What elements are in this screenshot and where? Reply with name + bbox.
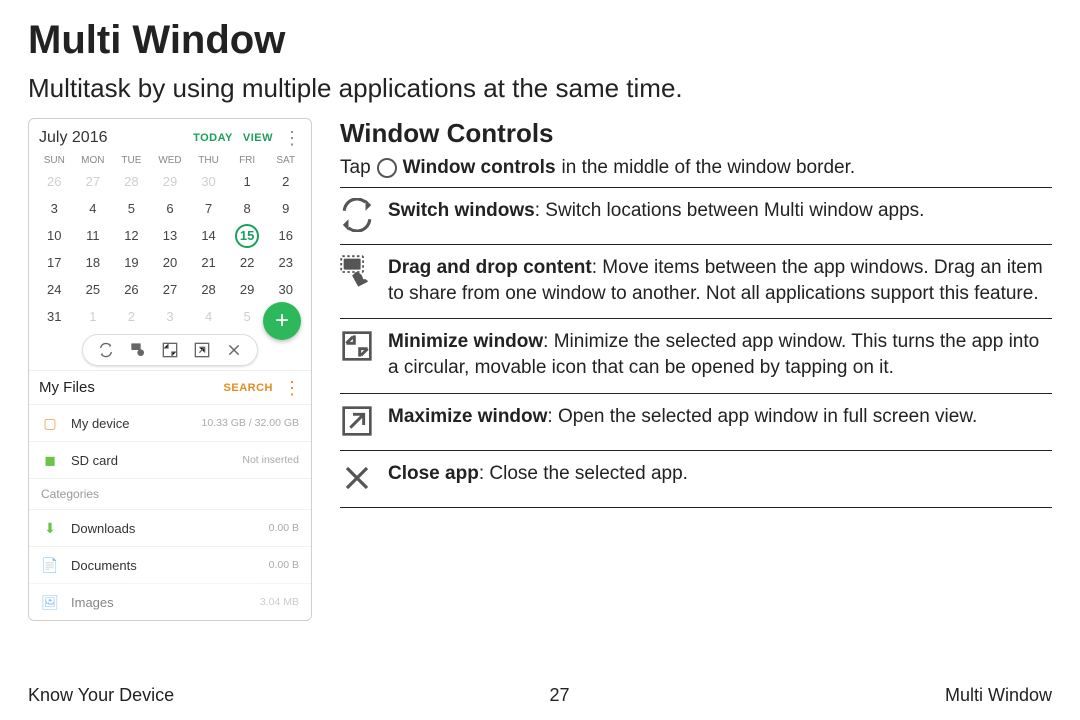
control-switch: Switch windows: Switch locations between…: [340, 187, 1052, 245]
footer-page: 27: [550, 685, 570, 706]
page-subtitle: Multitask by using multiple applications…: [28, 73, 1052, 104]
row-sd-card[interactable]: ◼ SD card Not inserted: [29, 441, 311, 478]
row-images[interactable]: 🖼 Images 3.04 MB: [29, 583, 311, 620]
content: Window Controls Tap Window controls in t…: [340, 118, 1052, 621]
phone-illustration: July 2016 TODAY VIEW ⋮ SUNMONTUEWEDTHUFR…: [28, 118, 312, 621]
files-title: My Files: [39, 379, 214, 396]
maximize-icon[interactable]: [193, 341, 211, 359]
calendar-month: July 2016: [39, 129, 183, 147]
drag-drop-icon[interactable]: [129, 341, 147, 359]
calendar-dow: SUNMONTUEWEDTHUFRISAT: [29, 155, 311, 168]
page-title: Multi Window: [28, 18, 1052, 63]
today-link[interactable]: TODAY: [193, 132, 233, 144]
selected-day[interactable]: 15: [235, 224, 259, 248]
footer-left: Know Your Device: [28, 685, 174, 706]
switch-windows-icon[interactable]: [97, 341, 115, 359]
switch-windows-icon: [340, 198, 374, 232]
download-icon: ⬇: [41, 519, 59, 537]
control-maximize: Maximize window: Open the selected app w…: [340, 394, 1052, 451]
control-drag: Drag and drop content: Move items betwee…: [340, 245, 1052, 319]
maximize-icon: [340, 404, 374, 438]
device-icon: ▢: [41, 414, 59, 432]
documents-icon: 📄: [41, 556, 59, 574]
footer-right: Multi Window: [945, 685, 1052, 706]
row-documents[interactable]: 📄 Documents 0.00 B: [29, 546, 311, 583]
intro-line: Tap Window controls in the middle of the…: [340, 157, 1052, 179]
close-icon: [340, 461, 374, 495]
section-heading: Window Controls: [340, 118, 1052, 149]
drag-drop-icon: [340, 255, 374, 289]
close-icon[interactable]: [225, 341, 243, 359]
add-event-fab[interactable]: +: [263, 302, 301, 340]
images-icon: 🖼: [41, 593, 59, 611]
search-link[interactable]: SEARCH: [224, 382, 273, 394]
control-close: Close app: Close the selected app.: [340, 451, 1052, 508]
row-downloads[interactable]: ⬇ Downloads 0.00 B: [29, 509, 311, 546]
window-controls-pill[interactable]: [82, 334, 258, 366]
minimize-icon[interactable]: [161, 341, 179, 359]
window-controls-circle-icon: [377, 158, 397, 178]
sd-card-icon: ◼: [41, 451, 59, 469]
row-my-device[interactable]: ▢ My device 10.33 GB / 32.00 GB: [29, 404, 311, 441]
view-link[interactable]: VIEW: [243, 132, 273, 144]
page-footer: Know Your Device 27 Multi Window: [28, 685, 1052, 706]
minimize-icon: [340, 329, 374, 363]
control-minimize: Minimize window: Minimize the selected a…: [340, 319, 1052, 393]
categories-label: Categories: [29, 478, 311, 509]
